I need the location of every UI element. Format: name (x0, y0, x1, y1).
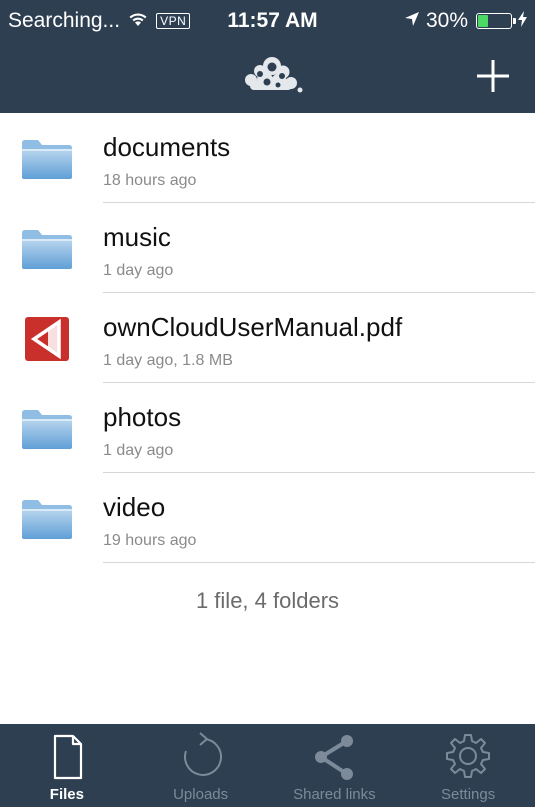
tab-label: Settings (441, 786, 496, 803)
file-row-video[interactable]: video 19 hours ago (0, 473, 535, 563)
file-icon (53, 734, 82, 780)
add-button[interactable] (471, 54, 515, 98)
top-bar: Searching... VPN 11:57 AM 30% (0, 0, 535, 113)
file-meta: 1 day ago (103, 262, 174, 279)
tab-files[interactable]: Files (0, 724, 134, 807)
battery-fill (478, 15, 488, 27)
file-meta: 19 hours ago (103, 532, 197, 549)
tab-label: Files (49, 786, 84, 803)
tab-bar: Files Uploads Shared links Settings (0, 724, 535, 807)
folder-icon (20, 407, 74, 451)
tab-settings[interactable]: Settings (401, 724, 535, 807)
file-name: documents (103, 132, 231, 162)
charging-icon (518, 9, 527, 33)
battery-icon (476, 13, 516, 29)
nav-bar (0, 40, 535, 113)
refresh-icon (183, 732, 222, 776)
folder-summary: 1 file, 4 folders (195, 588, 340, 613)
folder-icon (20, 497, 74, 541)
file-row-music[interactable]: music 1 day ago (0, 203, 535, 293)
share-icon (315, 735, 354, 780)
tab-label: Shared links (293, 786, 376, 803)
pdf-icon (20, 317, 74, 361)
file-row-ownclouduser-manual-pdf[interactable]: ownCloudUserManual.pdf 1 day ago, 1.8 MB (0, 293, 535, 383)
owncloud-logo-icon (238, 54, 304, 96)
location-arrow-icon (404, 9, 420, 33)
file-name: photos (103, 402, 182, 432)
tab-uploads[interactable]: Uploads (134, 724, 268, 807)
gear-icon (446, 734, 491, 778)
file-meta: 1 day ago, 1.8 MB (103, 352, 233, 369)
battery-percent: 30% (425, 9, 468, 32)
file-name: music (103, 222, 171, 252)
file-name: ownCloudUserManual.pdf (103, 312, 403, 342)
row-divider (103, 562, 535, 563)
tab-shared-links[interactable]: Shared links (268, 724, 402, 807)
file-list: documents 18 hours ago music 1 day ago o… (0, 113, 535, 563)
plus-icon (477, 60, 509, 92)
folder-icon (20, 227, 74, 271)
file-row-photos[interactable]: photos 1 day ago (0, 383, 535, 473)
folder-icon (20, 137, 74, 181)
file-row-documents[interactable]: documents 18 hours ago (0, 113, 535, 203)
file-name: video (103, 492, 166, 522)
file-meta: 1 day ago (103, 442, 174, 459)
status-bar: Searching... VPN 11:57 AM 30% (0, 0, 535, 40)
tab-label: Uploads (173, 786, 229, 803)
status-right: 30% (404, 9, 527, 33)
file-meta: 18 hours ago (103, 172, 197, 189)
